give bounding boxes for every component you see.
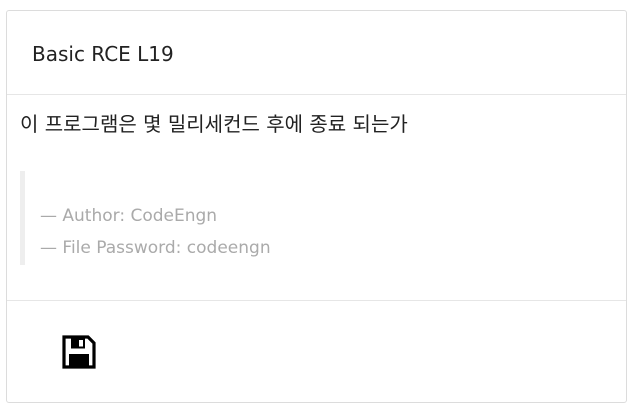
author-line: — Author: CodeEngn: [40, 206, 218, 226]
challenge-question: 이 프로그램은 몇 밀리세컨드 후에 종료 되는가: [20, 112, 408, 136]
challenge-title: Basic RCE L19: [32, 42, 174, 66]
card-header: Basic RCE L19: [7, 11, 626, 95]
download-button[interactable]: [61, 334, 97, 370]
card-footer: [7, 301, 626, 402]
file-password-line: — File Password: codeengn: [40, 238, 271, 258]
blockquote: — Author: CodeEngn — File Password: code…: [20, 171, 600, 265]
challenge-card: Basic RCE L19 이 프로그램은 몇 밀리세컨드 후에 종료 되는가 …: [6, 10, 627, 403]
card-body: 이 프로그램은 몇 밀리세컨드 후에 종료 되는가 — Author: Code…: [7, 95, 626, 301]
floppy-disk-icon: [62, 335, 96, 369]
